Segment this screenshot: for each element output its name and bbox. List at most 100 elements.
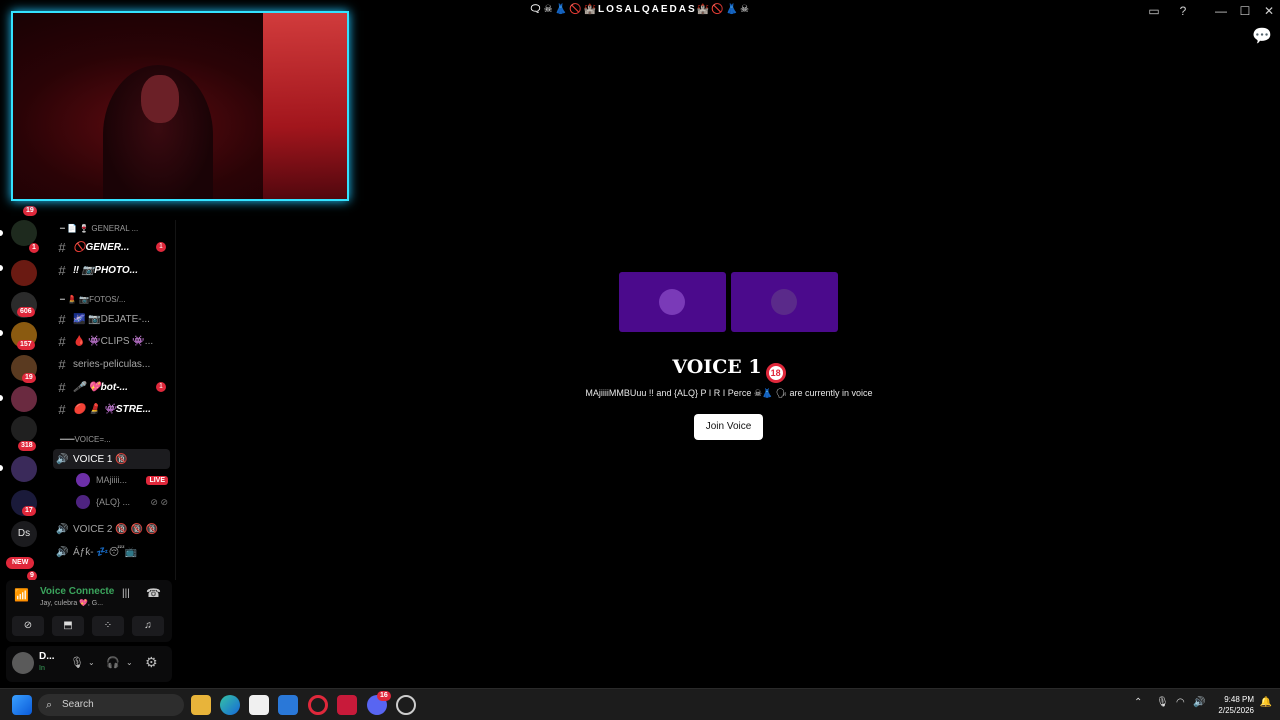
discord-badge: 16 (377, 691, 391, 701)
channel-general[interactable]: # 🚫GENER... 1 (56, 237, 170, 257)
unread-pill (0, 330, 3, 336)
hash-icon: # (58, 401, 66, 417)
outlook-icon[interactable] (278, 695, 298, 715)
avatar (76, 473, 90, 487)
inbox-icon[interactable]: ▭ (1144, 2, 1164, 20)
microphone-icon[interactable]: 🎙 (70, 656, 84, 669)
voice-channel-name: VOICE 1 (672, 356, 762, 378)
muted-deafened-icon: ⊘ ⊘ (150, 496, 168, 507)
disconnect-icon[interactable]: ☎ (146, 586, 161, 600)
voice-participants: Jay, culebra 💖, G... (40, 600, 104, 607)
mention-badge: 1 (156, 382, 166, 392)
join-voice-button[interactable]: Join Voice (694, 414, 763, 440)
microphone-icon[interactable]: 🎙 (1156, 697, 1169, 708)
speaker-icon: 🔊 (56, 546, 69, 558)
signal-icon[interactable]: 📶 (14, 588, 29, 602)
unread-pill (0, 395, 3, 401)
wifi-icon[interactable]: ◠ (1176, 697, 1185, 708)
server-badge: 19 (22, 373, 36, 383)
username[interactable]: D... (39, 651, 55, 662)
hash-icon: # (58, 333, 66, 349)
hash-icon: # (58, 262, 66, 278)
help-icon[interactable]: ? (1173, 2, 1193, 20)
server-badge: 1 (29, 243, 39, 253)
avatar (771, 289, 797, 315)
server-icon[interactable] (11, 456, 37, 482)
voice-user-majiiii[interactable]: MAjiiii... LIVE (76, 471, 168, 489)
opera-icon[interactable] (308, 695, 328, 715)
soundboard-icon[interactable]: ♫ (132, 616, 164, 636)
channel-dejate[interactable]: # 🌌 📷DEJATE-... (56, 309, 170, 329)
server-badge: 157 (17, 340, 35, 350)
taskbar-search[interactable]: ⌕ Search (38, 694, 184, 716)
app-icon[interactable] (337, 695, 357, 715)
maximize-button[interactable]: ☐ (1235, 2, 1255, 20)
user-panel: D... In 🎙 ⌄ 🎧 ⌄ ⚙ (6, 646, 172, 682)
category-general[interactable]: ━ 📄 🍷 GENERAL ... (60, 224, 138, 233)
clock-time: 9:48 PM (1224, 695, 1254, 704)
search-icon: ⌕ (46, 699, 53, 711)
category-voice[interactable]: ━━━VOICE=... (60, 435, 111, 444)
edge-browser-icon[interactable] (220, 695, 240, 715)
discord-icon[interactable]: 16 (367, 691, 391, 715)
notifications-icon[interactable]: 🔔 (1260, 697, 1272, 708)
close-button[interactable]: ✕ (1259, 2, 1279, 20)
avatar[interactable] (12, 652, 34, 674)
chevron-down-icon[interactable]: ⌄ (88, 658, 95, 667)
hash-icon: # (58, 379, 66, 395)
voice-user-alq[interactable]: {ALQ} ... ⊘ ⊘ (76, 493, 168, 511)
hash-icon: # (58, 239, 66, 255)
new-badge[interactable]: NEW (6, 557, 35, 569)
channel-photo[interactable]: # ‼ 📷PHOTO... (56, 260, 170, 280)
unread-pill (0, 265, 3, 271)
server-rail: 19 1 606 157 19 318 17 Ds NEW 9 (0, 200, 48, 588)
voice-user-name: {ALQ} ... (96, 497, 131, 507)
voice-status[interactable]: Voice Connecte (40, 586, 114, 597)
screen-share-icon[interactable]: ⬒ (52, 616, 84, 636)
channel-stre[interactable]: # 🔴 💄 👾STRE... (56, 399, 170, 419)
minimize-button[interactable]: — (1211, 2, 1231, 20)
server-badge: 606 (17, 307, 35, 317)
voice-user-name: MAjiiii... (96, 475, 127, 485)
file-explorer-icon[interactable] (191, 695, 211, 715)
voice-connected-panel: 📶 Voice Connecte Jay, culebra 💖, G... ||… (6, 580, 172, 642)
settings-gear-icon[interactable]: ⚙ (145, 654, 158, 671)
headphones-icon[interactable]: 🎧 (106, 656, 120, 669)
camera-off-icon[interactable]: ⊘ (12, 616, 44, 636)
start-windows-icon[interactable] (12, 695, 32, 715)
voice-channel-2[interactable]: 🔊 VOICE 2 🔞 🔞 🔞 (56, 519, 170, 539)
unread-pill (0, 230, 3, 236)
channel-list: ━ 📄 🍷 GENERAL ... # 🚫GENER... 1 # ‼ 📷PHOTO… (48, 220, 176, 580)
chevron-up-icon[interactable]: ⌃ (1134, 697, 1142, 708)
activities-icon[interactable]: ⁘ (92, 616, 124, 636)
server-badge: 19 (23, 206, 37, 216)
voice-channel-1[interactable]: 🔊 VOICE 1 🔞 (53, 449, 170, 469)
chat-icon[interactable]: 💬 (1252, 28, 1272, 46)
voice-tile-user-1[interactable] (619, 272, 726, 332)
chevron-down-icon[interactable]: ⌄ (126, 658, 133, 667)
store-icon[interactable] (249, 695, 269, 715)
noise-suppression-icon[interactable]: ||| (122, 588, 130, 599)
server-icon[interactable] (11, 260, 37, 286)
search-label: Search (62, 699, 94, 710)
channel-bot[interactable]: # 🎤 💖bot-... 1 (56, 377, 170, 397)
avatar (76, 495, 90, 509)
avatar (659, 289, 685, 315)
channel-series[interactable]: # series-peliculas... (56, 354, 170, 374)
app-icon[interactable] (396, 695, 416, 715)
server-icon-ds[interactable]: Ds (11, 521, 37, 547)
channel-clips[interactable]: # 🩸 👾CLIPS 👾... (56, 331, 170, 351)
speaker-icon: 🔊 (56, 523, 69, 535)
voice-tile-user-2[interactable] (731, 272, 838, 332)
server-icon[interactable] (11, 416, 37, 442)
voice-channel-afk[interactable]: 🔊 Áƒƙ- 💤😴📺 (56, 542, 170, 562)
system-clock[interactable]: 9:48 PM 2/25/2026 (1218, 694, 1254, 716)
background-light (263, 13, 347, 199)
windows-taskbar: ⌕ Search 16 ⌃ 🎙 ◠ 🔊 9:48 PM 2/25/2026 🔔 (0, 688, 1280, 720)
age-restricted-icon: 18 (765, 363, 786, 383)
category-fotos[interactable]: ━ 💄 📷FOTOS/... (60, 295, 125, 304)
volume-icon[interactable]: 🔊 (1193, 697, 1205, 708)
server-icon[interactable] (11, 386, 37, 412)
unread-pill (0, 465, 3, 471)
voice-members-text: MAjiiiiMMBUuu !! and {ALQ} P I R I Perce… (585, 388, 873, 398)
